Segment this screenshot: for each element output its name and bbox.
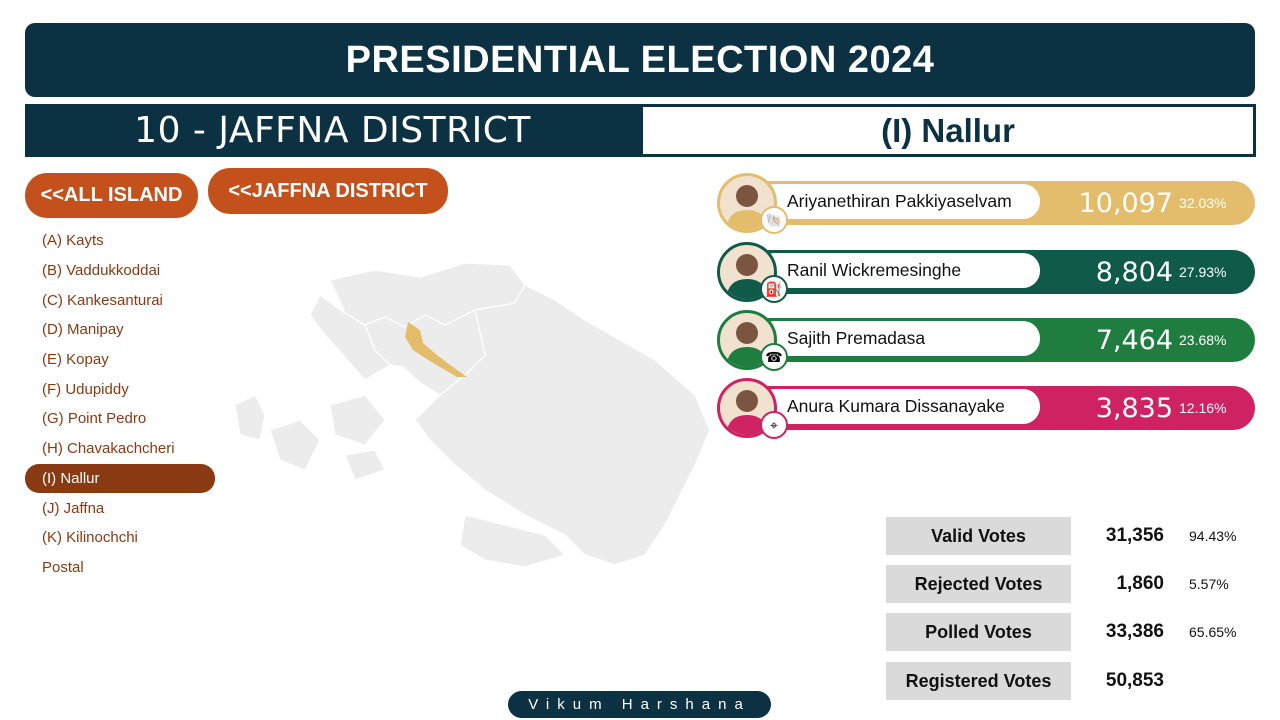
division-item[interactable]: (A) Kayts: [25, 226, 215, 256]
map-island-southwest[interactable]: [269, 419, 321, 471]
stat-value: 33,386: [1105, 621, 1164, 642]
stat-label: Valid Votes: [886, 517, 1071, 555]
candidate-percentage: 12.16%: [1179, 400, 1227, 416]
candidate-name: Anura Kumara Dissanayake: [757, 389, 1040, 424]
candidate-row: Sajith Premadasa 7,464 23.68% ☎: [717, 310, 1255, 371]
candidate-row: Ariyanethiran Pakkiyaselvam 10,097 32.03% 🐚: [717, 173, 1255, 234]
stat-percentage: 94.43%: [1189, 528, 1237, 544]
map-island-middle[interactable]: [329, 394, 386, 446]
stat-row: Valid Votes 31,356 94.43%: [886, 517, 1266, 555]
jaffna-district-button[interactable]: <<JAFFNA DISTRICT: [208, 168, 448, 214]
map-island-west[interactable]: [234, 394, 266, 441]
division-item[interactable]: (D) Manipay: [25, 315, 215, 345]
division-item[interactable]: Postal: [25, 553, 215, 583]
stat-row: Registered Votes 50,853: [886, 662, 1266, 700]
author-credit: Vikum Harshana: [508, 691, 771, 718]
division-item[interactable]: (F) Udupiddy: [25, 374, 215, 404]
district-map: [234, 262, 710, 568]
division-item[interactable]: (G) Point Pedro: [25, 404, 215, 434]
candidate-votes: 7,464: [1095, 324, 1173, 356]
division-list: (A) Kayts (B) Vaddukkoddai (C) Kankesantur…: [25, 226, 225, 582]
candidate-name: Ariyanethiran Pakkiyaselvam: [757, 184, 1040, 219]
candidate-percentage: 27.93%: [1179, 264, 1227, 280]
division-item[interactable]: (C) Kankesanturai: [25, 285, 215, 315]
stat-value: 1,860: [1116, 573, 1164, 594]
district-title: 10 - JAFFNA DISTRICT: [25, 104, 640, 157]
page-title: PRESIDENTIAL ELECTION 2024: [25, 23, 1255, 97]
map-island-small[interactable]: [344, 449, 386, 481]
telephone-icon: ☎: [760, 343, 788, 371]
gas-cylinder-icon: ⛽: [760, 275, 788, 303]
stat-percentage: 65.65%: [1189, 624, 1237, 640]
candidate-votes: 3,835: [1095, 392, 1173, 424]
stat-percentage: [1189, 662, 1259, 700]
division-item[interactable]: (E) Kopay: [25, 345, 215, 375]
division-item[interactable]: (J) Jaffna: [25, 493, 215, 523]
division-title: (I) Nallur: [640, 104, 1256, 157]
candidate-name: Sajith Premadasa: [757, 321, 1040, 356]
division-item[interactable]: (H) Chavakachcheri: [25, 434, 215, 464]
candidate-name: Ranil Wickremesinghe: [757, 253, 1040, 288]
division-item[interactable]: (I) Nallur: [25, 463, 215, 494]
stat-row: Polled Votes 33,386 65.65%: [886, 613, 1266, 651]
candidate-votes: 10,097: [1078, 187, 1173, 219]
stat-value: 50,853: [1105, 670, 1164, 691]
stat-value: 31,356: [1105, 525, 1164, 546]
stat-row: Rejected Votes 1,860 5.57%: [886, 565, 1266, 603]
stat-label: Polled Votes: [886, 613, 1071, 651]
candidate-row: Anura Kumara Dissanayake 3,835 12.16% ⌖: [717, 378, 1255, 439]
candidate-percentage: 23.68%: [1179, 332, 1227, 348]
candidate-percentage: 32.03%: [1179, 195, 1227, 211]
stat-label: Rejected Votes: [886, 565, 1071, 603]
conch-icon: 🐚: [760, 206, 788, 234]
candidate-votes: 8,804: [1095, 256, 1173, 288]
all-island-button[interactable]: <<ALL ISLAND: [25, 173, 198, 218]
division-item[interactable]: (K) Kilinochchi: [25, 523, 215, 553]
stat-label: Registered Votes: [886, 662, 1071, 700]
compass-icon: ⌖: [760, 411, 788, 439]
stat-percentage: 5.57%: [1189, 576, 1229, 592]
division-item[interactable]: (B) Vaddukkoddai: [25, 256, 215, 286]
candidate-row: Ranil Wickremesinghe 8,804 27.93% ⛽: [717, 242, 1255, 303]
